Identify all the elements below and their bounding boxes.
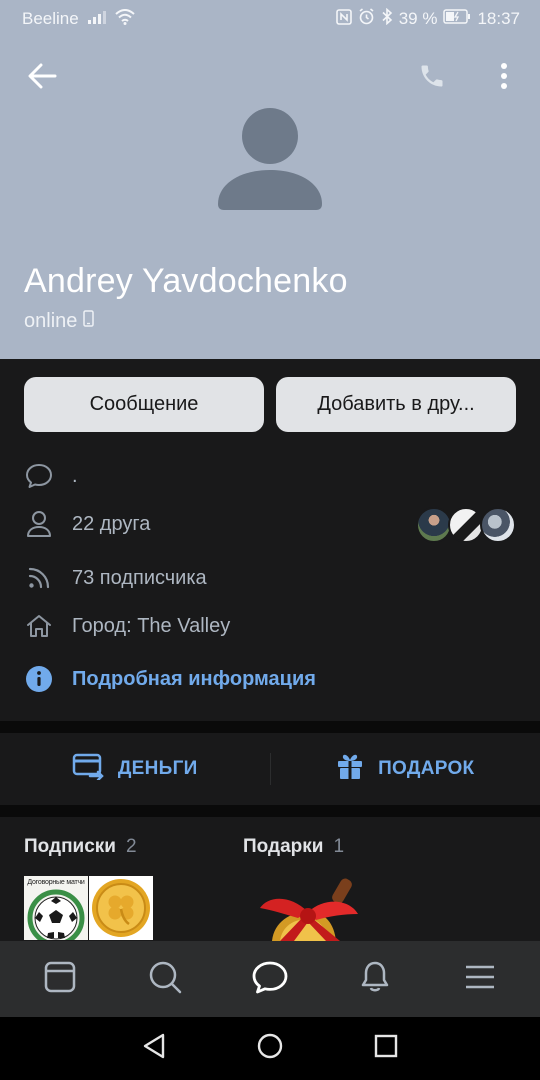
battery-icon (443, 9, 471, 29)
menu-icon (464, 963, 496, 996)
subscription-thumb[interactable]: Договорные матчи (24, 876, 88, 940)
profile-header: Beeline 39 % 18:37 Andrey Yavdochenko on… (0, 0, 540, 359)
more-button[interactable] (486, 60, 522, 96)
nav-home-button[interactable] (250, 1029, 290, 1069)
signal-icon (87, 9, 107, 29)
subscription-caption: Договорные матчи (27, 879, 85, 886)
friends-count: 22 друга (72, 512, 151, 535)
gift-button[interactable]: ПОДАРОК (271, 733, 540, 805)
avatar-placeholder-icon (216, 108, 324, 216)
section-separator (0, 805, 540, 817)
nav-recents-button[interactable] (366, 1029, 406, 1069)
gifts-count: 1 (333, 836, 345, 857)
comment-icon (24, 461, 54, 491)
tab-messages[interactable] (240, 949, 300, 1009)
online-status: online (24, 310, 95, 333)
subscription-thumb[interactable] (89, 876, 153, 940)
feed-icon (43, 960, 77, 999)
city-text: Город: The Valley (72, 614, 231, 637)
section-separator (0, 721, 540, 733)
gifts-header[interactable]: Подарки 1 (243, 836, 344, 858)
gift-label: ПОДАРОК (378, 758, 475, 779)
status-text: . (72, 464, 78, 487)
message-button[interactable]: Сообщение (24, 377, 264, 432)
back-button[interactable] (24, 60, 60, 96)
back-icon (27, 63, 57, 94)
bell-gift-icon (260, 878, 358, 941)
bottom-tab-bar (0, 941, 540, 1017)
status-row[interactable]: . (24, 459, 78, 493)
city-row: Город: The Valley (24, 609, 230, 643)
messages-icon (251, 960, 289, 999)
circle-home-icon (256, 1032, 284, 1065)
clock-time: 18:37 (477, 9, 520, 28)
soccer-ball-icon (27, 889, 85, 940)
subscriptions-count: 2 (126, 836, 137, 857)
bluetooth-icon (381, 7, 393, 30)
money-button[interactable]: ДЕНЬГИ (0, 733, 270, 805)
gift-thumb[interactable] (250, 874, 370, 941)
quick-actions: ДЕНЬГИ ПОДАРОК (0, 733, 540, 805)
tab-feed[interactable] (30, 949, 90, 1009)
clover-coin-icon (92, 879, 150, 937)
subscriptions-header[interactable]: Подписки 2 (24, 836, 137, 858)
avatar[interactable] (216, 104, 324, 212)
details-link[interactable]: Подробная информация (24, 662, 316, 696)
profile-toolbar (0, 56, 540, 100)
tab-menu[interactable] (450, 949, 510, 1009)
bell-icon (359, 960, 391, 999)
carrier-label: Beeline (22, 9, 79, 28)
money-label: ДЕНЬГИ (117, 758, 198, 779)
more-icon (500, 62, 508, 94)
tab-search[interactable] (135, 949, 195, 1009)
gifts-label: Подарки (243, 836, 324, 857)
subscriptions-label: Подписки (24, 836, 116, 857)
triangle-back-icon (141, 1032, 167, 1065)
user-icon (24, 509, 54, 539)
friends-avatars[interactable] (416, 507, 516, 543)
info-icon (24, 664, 54, 694)
profile-name: Andrey Yavdochenko (24, 262, 348, 300)
nfc-icon (335, 8, 352, 30)
followers-row[interactable]: 73 подписчика (24, 561, 207, 595)
add-friend-button[interactable]: Добавить в дру... (276, 377, 516, 432)
gift-icon (336, 752, 364, 786)
square-recents-icon (373, 1033, 399, 1064)
friend-avatar (448, 507, 484, 543)
mobile-icon (83, 310, 95, 333)
money-card-icon (72, 752, 104, 786)
friends-row[interactable]: 22 друга (24, 507, 150, 541)
rss-icon (24, 563, 54, 593)
online-status-text: online (24, 310, 78, 332)
friend-avatar (480, 507, 516, 543)
friend-avatar (416, 507, 452, 543)
tab-notifications[interactable] (345, 949, 405, 1009)
battery-percent: 39 % (398, 9, 438, 28)
phone-icon (418, 62, 446, 95)
home-icon (24, 611, 54, 641)
status-bar: Beeline 39 % 18:37 (0, 0, 540, 38)
call-button[interactable] (414, 60, 450, 96)
alarm-icon (358, 8, 375, 30)
search-icon (148, 960, 182, 999)
nav-back-button[interactable] (134, 1029, 174, 1069)
details-link-text: Подробная информация (72, 667, 316, 690)
wifi-icon (115, 8, 135, 30)
system-nav-bar (0, 1017, 540, 1080)
followers-count: 73 подписчика (72, 566, 207, 589)
